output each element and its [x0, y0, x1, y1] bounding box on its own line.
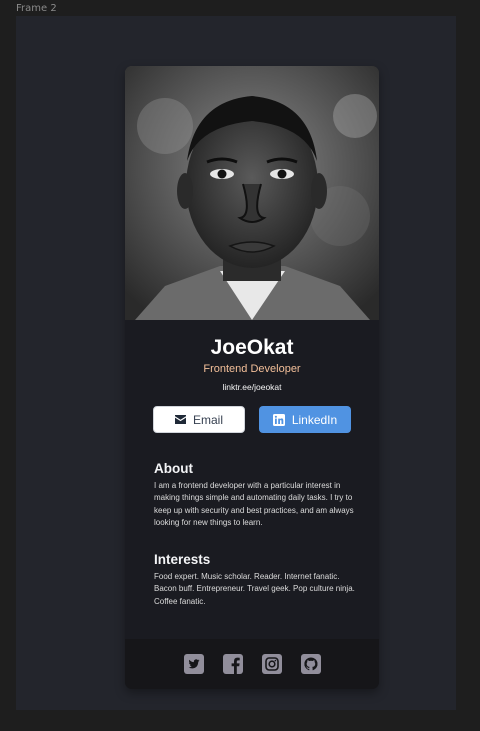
- github-icon[interactable]: [300, 654, 321, 674]
- about-heading: About: [154, 461, 193, 476]
- interests-text: Food expert. Music scholar. Reader. Inte…: [154, 572, 355, 606]
- about-text: I am a frontend developer with a particu…: [154, 481, 354, 527]
- social-footer: [125, 639, 379, 689]
- frame-canvas: JoeOkat Frontend Developer linktr.ee/joe…: [16, 16, 456, 710]
- frame-label: Frame 2: [16, 3, 57, 14]
- profile-role: Frontend Developer: [203, 363, 301, 375]
- email-button-label: Email: [192, 412, 223, 427]
- profile-link[interactable]: linktr.ee/joeokat: [125, 382, 379, 392]
- business-card: JoeOkat Frontend Developer linktr.ee/joe…: [125, 66, 379, 689]
- envelope-icon: [174, 415, 186, 424]
- interests-heading: Interests: [154, 552, 211, 567]
- profile-photo: [125, 66, 379, 320]
- twitter-icon[interactable]: [183, 654, 204, 674]
- instagram-icon[interactable]: [261, 654, 282, 674]
- profile-name: JoeOkat: [210, 336, 294, 359]
- linkedin-button-label: LinkedIn: [291, 412, 338, 427]
- linkedin-button[interactable]: LinkedIn: [259, 406, 351, 433]
- linkedin-icon: [272, 413, 285, 426]
- facebook-icon[interactable]: [222, 654, 243, 674]
- email-button[interactable]: Email: [153, 406, 245, 433]
